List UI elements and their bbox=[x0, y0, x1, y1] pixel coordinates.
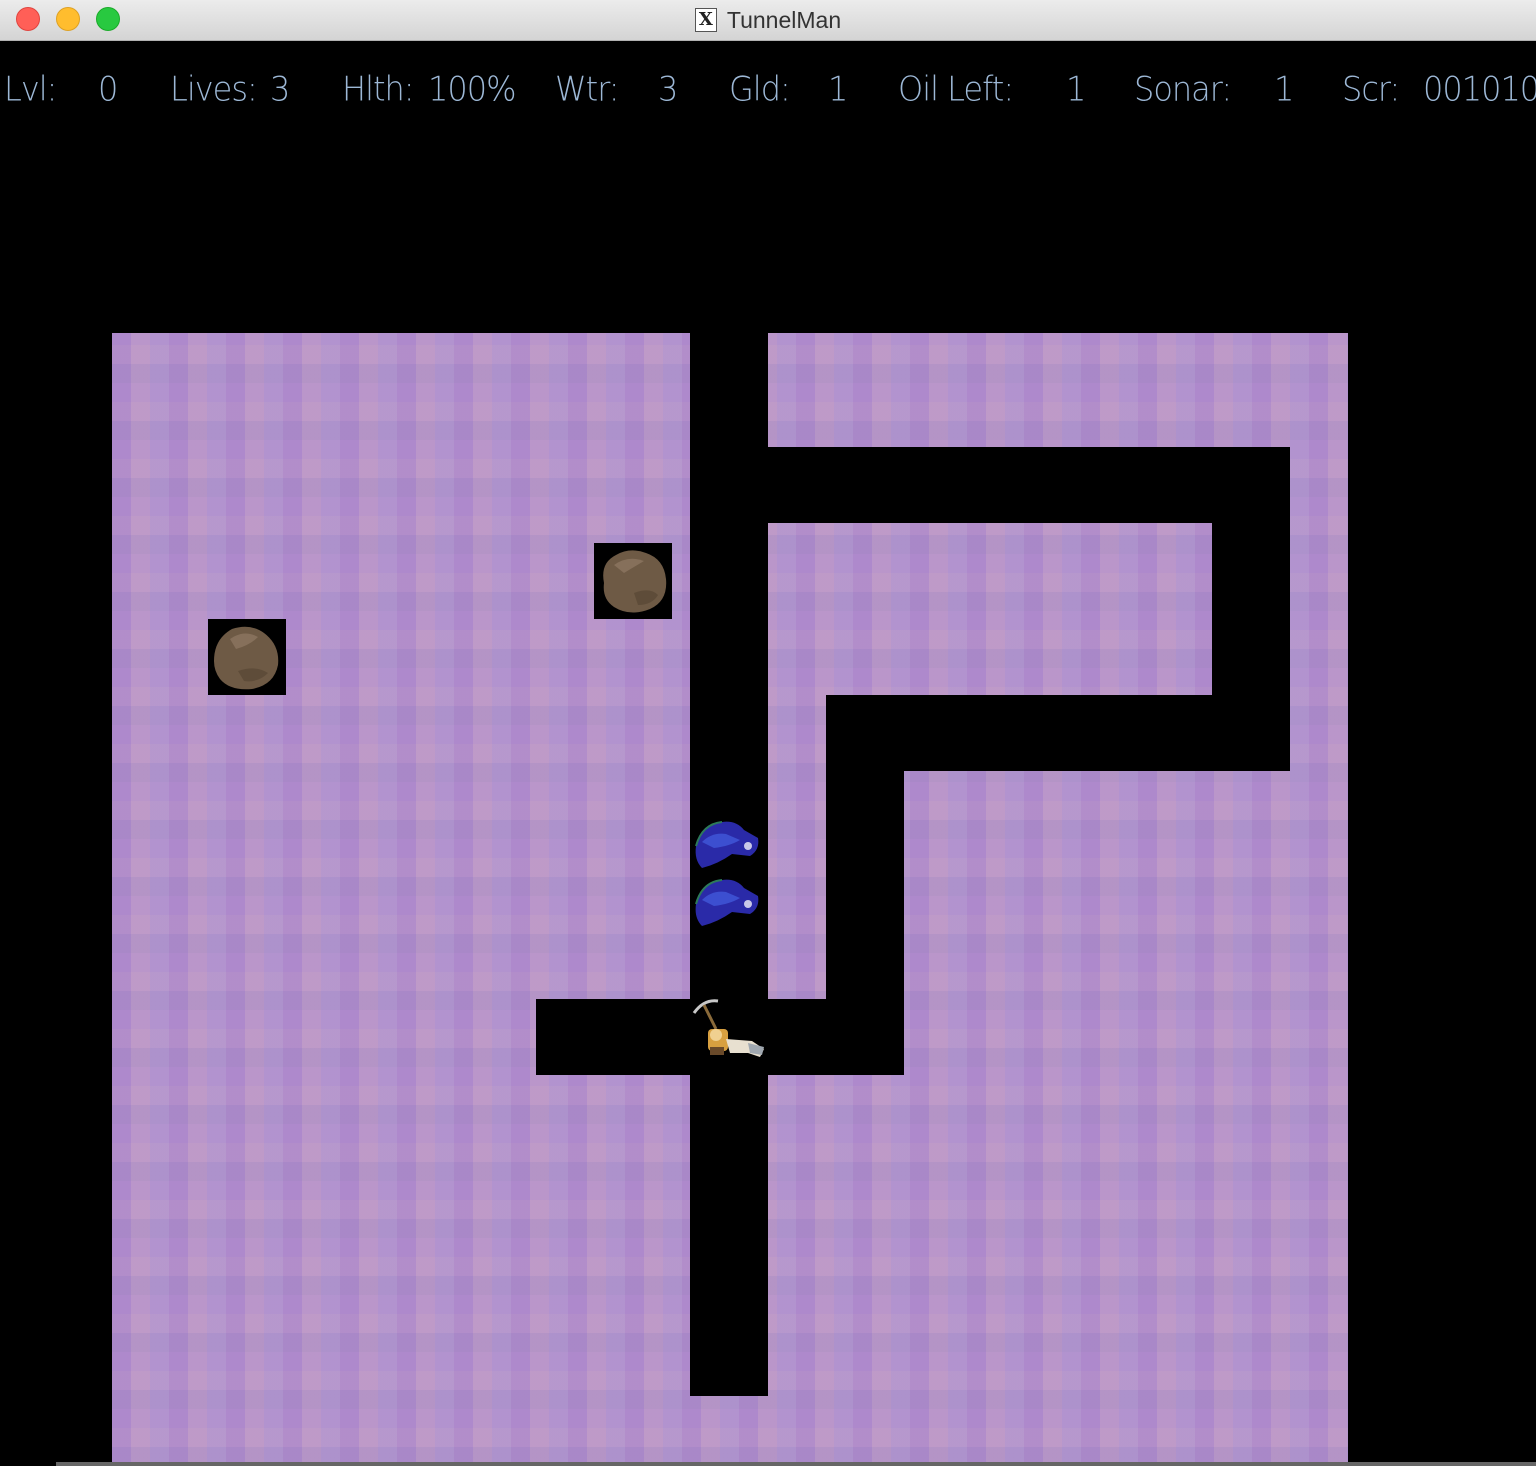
oil-left-label: Oil Left: bbox=[898, 69, 1014, 109]
gold-value: 1 bbox=[828, 69, 848, 109]
game-window: X TunnelMan Lvl: 0 Lives: 3 Hlth: 100% W… bbox=[0, 0, 1536, 1466]
protester bbox=[692, 874, 762, 930]
level-label: Lvl: bbox=[4, 69, 57, 109]
water-value: 3 bbox=[658, 69, 678, 109]
oil-left-value: 1 bbox=[1066, 69, 1086, 109]
level-value: 0 bbox=[98, 69, 118, 109]
boulder bbox=[594, 543, 672, 619]
score-value: 001010 bbox=[1423, 69, 1536, 109]
window-title: TunnelMan bbox=[726, 6, 842, 33]
x11-icon: X bbox=[694, 8, 717, 32]
lives-value: 3 bbox=[270, 69, 290, 109]
tunnelman-player bbox=[690, 999, 768, 1071]
status-bar: Lvl: 0 Lives: 3 Hlth: 100% Wtr: 3 Gld: 1… bbox=[0, 69, 1536, 116]
health-value: 100% bbox=[428, 69, 516, 109]
sonar-label: Sonar: bbox=[1134, 69, 1232, 109]
lives-label: Lives: bbox=[170, 69, 258, 109]
protester bbox=[692, 816, 762, 872]
gold-label: Gld: bbox=[729, 69, 791, 109]
sonar-value: 1 bbox=[1274, 69, 1294, 109]
window-bottom-edge bbox=[56, 1462, 1536, 1466]
boulder bbox=[208, 619, 286, 695]
title-bar: X TunnelMan bbox=[0, 0, 1536, 41]
score-label: Scr: bbox=[1342, 69, 1400, 109]
water-label: Wtr: bbox=[555, 69, 620, 109]
health-label: Hlth: bbox=[342, 69, 415, 109]
